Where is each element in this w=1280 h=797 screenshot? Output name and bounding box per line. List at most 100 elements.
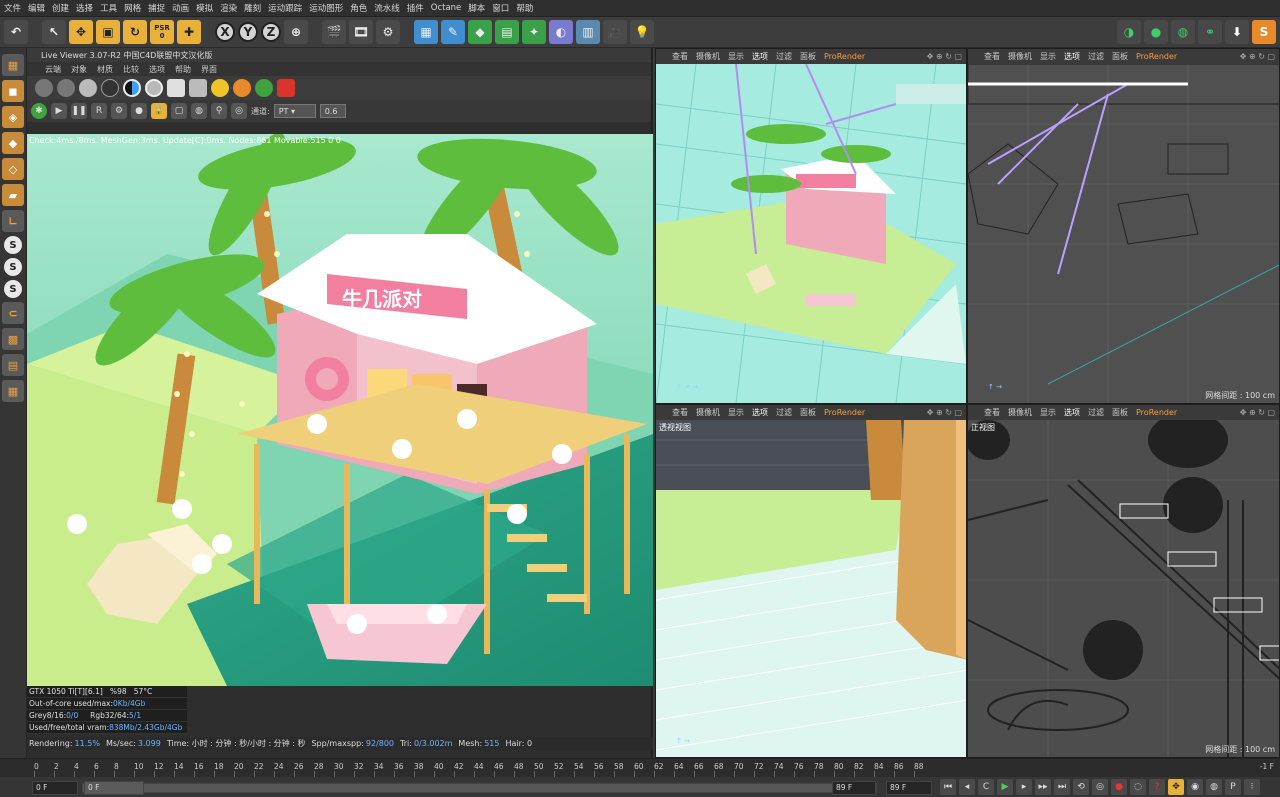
sun-icon[interactable] (211, 79, 229, 97)
sphere-contrast-icon[interactable] (123, 79, 141, 97)
menu-item[interactable]: 选择 (76, 2, 100, 14)
viewport-menu-item[interactable]: 面板 (800, 407, 816, 418)
viewport-top-right[interactable]: 查看 摄像机 显示 选项 过滤 面板 ProRender ✥ ⊕ ↻ ▢ ↑ →… (967, 48, 1280, 404)
live-viewer-menu-item[interactable]: 材质 (97, 64, 113, 75)
menu-item[interactable]: 帮助 (516, 2, 540, 14)
shade-icon[interactable]: ● (131, 103, 147, 119)
viewport-menu-item[interactable]: 面板 (1112, 51, 1128, 62)
menu-item[interactable]: 运动图形 (309, 2, 350, 14)
menu-item[interactable]: 渲染 (220, 2, 244, 14)
world-coord-icon[interactable]: ⊕ (284, 20, 308, 44)
menu-item[interactable]: Octane (431, 3, 469, 13)
play-button-icon[interactable]: ▶ (997, 779, 1013, 795)
menu-item[interactable]: 模拟 (196, 2, 220, 14)
viewport-menu-item[interactable]: 显示 (1040, 407, 1056, 418)
snap-s-icon-3[interactable]: S (4, 280, 22, 298)
ring-icon[interactable] (145, 79, 163, 97)
menu-item[interactable]: 插件 (407, 2, 431, 14)
light-icon[interactable]: 💡 (630, 20, 654, 44)
y-axis-button[interactable]: Y (238, 22, 258, 42)
viewport-nav-icon[interactable]: ✥ ⊕ ↻ ▢ (927, 408, 962, 417)
magnet-icon[interactable]: ⊂ (2, 302, 24, 324)
dots-icon[interactable]: ⁝ (1244, 779, 1260, 795)
prev-frame-icon[interactable]: C (978, 779, 994, 795)
prev-key-icon[interactable]: ◂ (959, 779, 975, 795)
menu-item[interactable]: 角色 (350, 2, 374, 14)
floor-icon[interactable]: ▥ (576, 20, 600, 44)
viewport-menu-item[interactable]: 选项 (752, 407, 768, 418)
go-end-icon[interactable]: ⏭ (1054, 779, 1070, 795)
viewport-menu-item[interactable]: 过滤 (1088, 407, 1104, 418)
viewport-menu-item[interactable]: 摄像机 (1008, 51, 1032, 62)
viewport-menu-item[interactable]: 显示 (728, 407, 744, 418)
coordinate-icon[interactable]: ✚ (177, 20, 201, 44)
live-viewer-menu-item[interactable]: 选项 (149, 64, 165, 75)
loop-icon[interactable]: ⟲ (1073, 779, 1089, 795)
live-viewer-menu-item[interactable]: 云端 (45, 64, 61, 75)
menu-item[interactable]: 创建 (52, 2, 76, 14)
record-icon[interactable]: ● (1111, 779, 1127, 795)
pen-tool-icon[interactable]: ✎ (441, 20, 465, 44)
camera-snapshot-icon[interactable] (277, 79, 295, 97)
viewport-canvas[interactable]: 正视图 网格间距 : 100 cm (968, 412, 1279, 757)
settings-icon[interactable]: ⚙ (111, 103, 127, 119)
viewport-menu-item[interactable]: 摄像机 (1008, 407, 1032, 418)
edge-mode-icon[interactable]: ◇ (2, 158, 24, 180)
viewport-canvas[interactable]: ↑ → 网格间距 : 100 cm (968, 63, 1279, 403)
pin-icon[interactable]: ⚲ (211, 103, 227, 119)
rotate-key-icon[interactable]: ◉ (1187, 779, 1203, 795)
keyframe-sel-icon[interactable]: ◎ (1092, 779, 1108, 795)
sphere-glossy-icon[interactable] (57, 79, 75, 97)
rect-light-icon[interactable] (167, 79, 185, 97)
camera-icon[interactable]: 🎥 (603, 20, 627, 44)
render-picture-viewer-icon[interactable]: 🎞 (349, 20, 373, 44)
viewport-menu-item[interactable]: 过滤 (776, 407, 792, 418)
viewport-menu-item[interactable]: ProRender (1136, 408, 1177, 417)
viewport-canvas[interactable]: ↑ ↗ → (656, 63, 966, 403)
viewport-canvas[interactable]: 透视视图 ↑ → (656, 420, 966, 757)
snap-s-icon-1[interactable]: S (4, 236, 22, 254)
sphere-material-icon[interactable] (35, 79, 53, 97)
render-view-icon[interactable]: 🎬 (322, 20, 346, 44)
viewport-menu-item[interactable]: ProRender (1136, 52, 1177, 61)
z-axis-button[interactable]: Z (261, 22, 281, 42)
move-key-icon[interactable]: ✥ (1168, 779, 1184, 795)
menu-item[interactable]: 运动跟踪 (268, 2, 309, 14)
max-frame-field[interactable]: 89 F (832, 780, 876, 795)
viewport-menu-item[interactable]: 面板 (800, 51, 816, 62)
menu-item[interactable]: 网格 (124, 2, 148, 14)
menu-item[interactable]: 工具 (100, 2, 124, 14)
psr-button[interactable]: PSR 0 (150, 20, 174, 44)
scale-tool-icon[interactable]: ▣ (96, 20, 120, 44)
area-light-icon[interactable] (189, 79, 207, 97)
select-tool-icon[interactable]: ↖ (42, 20, 66, 44)
layout-icon[interactable]: ▦ (2, 54, 24, 76)
restart-icon[interactable]: R (91, 103, 107, 119)
workplane-icon[interactable]: ▩ (2, 328, 24, 350)
viewport-bottom-left[interactable]: 查看 摄像机 显示 选项 过滤 面板 ProRender ✥ ⊕ ↻ ▢ 透视视图 ↑ → (655, 404, 967, 758)
target-icon[interactable]: ◎ (231, 103, 247, 119)
viewport-menu-item[interactable]: 摄像机 (696, 407, 720, 418)
s-plugin-icon[interactable]: S (1252, 20, 1276, 44)
octane-link-icon[interactable]: ⚭ (1198, 20, 1222, 44)
channel-select[interactable]: PT ▾ (273, 104, 316, 118)
go-start-icon[interactable]: ⏮ (940, 779, 956, 795)
octane-toggle-icon[interactable]: ◑ (1117, 20, 1141, 44)
polygon-mode-icon[interactable]: ▰ (2, 184, 24, 206)
cube-object-icon[interactable]: ▦ (414, 20, 438, 44)
play-icon[interactable]: ▶ (51, 103, 67, 119)
viewport-top-left[interactable]: 查看 摄像机 显示 选项 过滤 面板 ProRender ✥ ⊕ ↻ ▢ ↑ ↗ → (655, 48, 967, 404)
model-mode-icon[interactable]: ◼ (2, 80, 24, 102)
viewport-menu-item[interactable]: 选项 (1064, 407, 1080, 418)
timeline-ruler[interactable]: -1 F 0 2 4 6 8 10 12 14 16 18 20 22 24 26 28 30 32 34 36 38… (0, 759, 1280, 777)
viewport-menu-item[interactable]: 过滤 (1088, 51, 1104, 62)
menu-item[interactable]: 脚本 (468, 2, 492, 14)
menu-item[interactable]: 动画 (172, 2, 196, 14)
next-key-icon[interactable]: ▸▸ (1035, 779, 1051, 795)
settings-gear-icon[interactable]: ✱ (31, 103, 47, 119)
viewport-menu-item[interactable]: 摄像机 (696, 51, 720, 62)
viewport-nav-icon[interactable]: ✥ ⊕ ↻ ▢ (1240, 52, 1275, 61)
viewport-menu-item[interactable]: 查看 (984, 51, 1000, 62)
menu-item[interactable]: 捕捉 (148, 2, 172, 14)
render-settings-icon[interactable]: ⚙ (376, 20, 400, 44)
